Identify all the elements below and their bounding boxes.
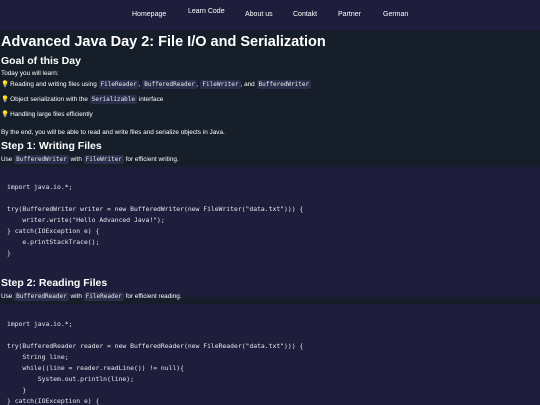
- step2-description: Use BufferedReader with FileReader for e…: [1, 292, 182, 301]
- code-line: }: [7, 386, 27, 394]
- step1-heading: Step 1: Writing Files: [1, 140, 102, 152]
- goal-bullet-3: 💡Handling large files efficiently: [1, 111, 93, 118]
- code-line: try(BufferedReader reader = new Buffered…: [7, 342, 304, 350]
- code-line: import java.io.*;: [7, 183, 73, 191]
- code-filereader: FileReader: [98, 80, 139, 89]
- code-line: e.printStackTrace();: [7, 238, 100, 246]
- goal-intro: Today you will learn:: [1, 70, 59, 77]
- code-line: writer.write("Hello Advanced Java!");: [7, 216, 165, 224]
- code-line: while((line = reader.readLine()) != null…: [7, 364, 184, 372]
- code-filereader: FileReader: [83, 292, 124, 301]
- top-navigation: Homepage Learn Code About us Contakt Par…: [0, 0, 540, 30]
- goal-bullet-2: 💡Object serialization with the Serializa…: [1, 95, 164, 104]
- code-line: String line;: [7, 353, 69, 361]
- nav-contakt[interactable]: Contakt: [293, 11, 317, 18]
- code-line: } catch(IOException e) {: [7, 227, 100, 235]
- nav-partner[interactable]: Partner: [338, 11, 361, 18]
- step1-description: Use BufferedWriter with FileWriter for e…: [1, 155, 179, 164]
- code-line: import java.io.*;: [7, 320, 73, 328]
- code-serializable: Serializable: [89, 95, 138, 104]
- lightbulb-icon: 💡: [1, 81, 10, 88]
- lightbulb-icon: 💡: [1, 96, 10, 103]
- step2-code-block: import java.io.*; try(BufferedReader rea…: [0, 304, 540, 405]
- nav-homepage[interactable]: Homepage: [132, 11, 166, 18]
- code-filewriter: FileWriter: [83, 155, 124, 164]
- goal-heading: Goal of this Day: [1, 55, 81, 67]
- code-line: } catch(IOException e) {: [7, 397, 100, 405]
- step2-heading: Step 2: Reading Files: [1, 277, 108, 289]
- code-bufferedwriter: BufferedWriter: [256, 80, 312, 89]
- code-bufferedwriter: BufferedWriter: [14, 155, 69, 164]
- nav-about-us[interactable]: About us: [245, 11, 273, 18]
- goal-outro: By the end, you will be able to read and…: [1, 129, 225, 136]
- goal-bullet-1: 💡Reading and writing files using FileRea…: [1, 80, 312, 89]
- code-line: }: [7, 249, 11, 257]
- code-line: try(BufferedWriter writer = new Buffered…: [7, 205, 304, 213]
- nav-german[interactable]: German: [383, 11, 408, 18]
- code-filewriter: FileWriter: [200, 80, 241, 89]
- nav-learn-code[interactable]: Learn Code: [188, 8, 225, 15]
- code-bufferedreader: BufferedReader: [14, 292, 69, 301]
- page-title: Advanced Java Day 2: File I/O and Serial…: [1, 34, 326, 50]
- code-bufferedreader: BufferedReader: [142, 80, 197, 89]
- lightbulb-icon: 💡: [1, 111, 10, 118]
- code-line: System.out.println(line);: [7, 375, 134, 383]
